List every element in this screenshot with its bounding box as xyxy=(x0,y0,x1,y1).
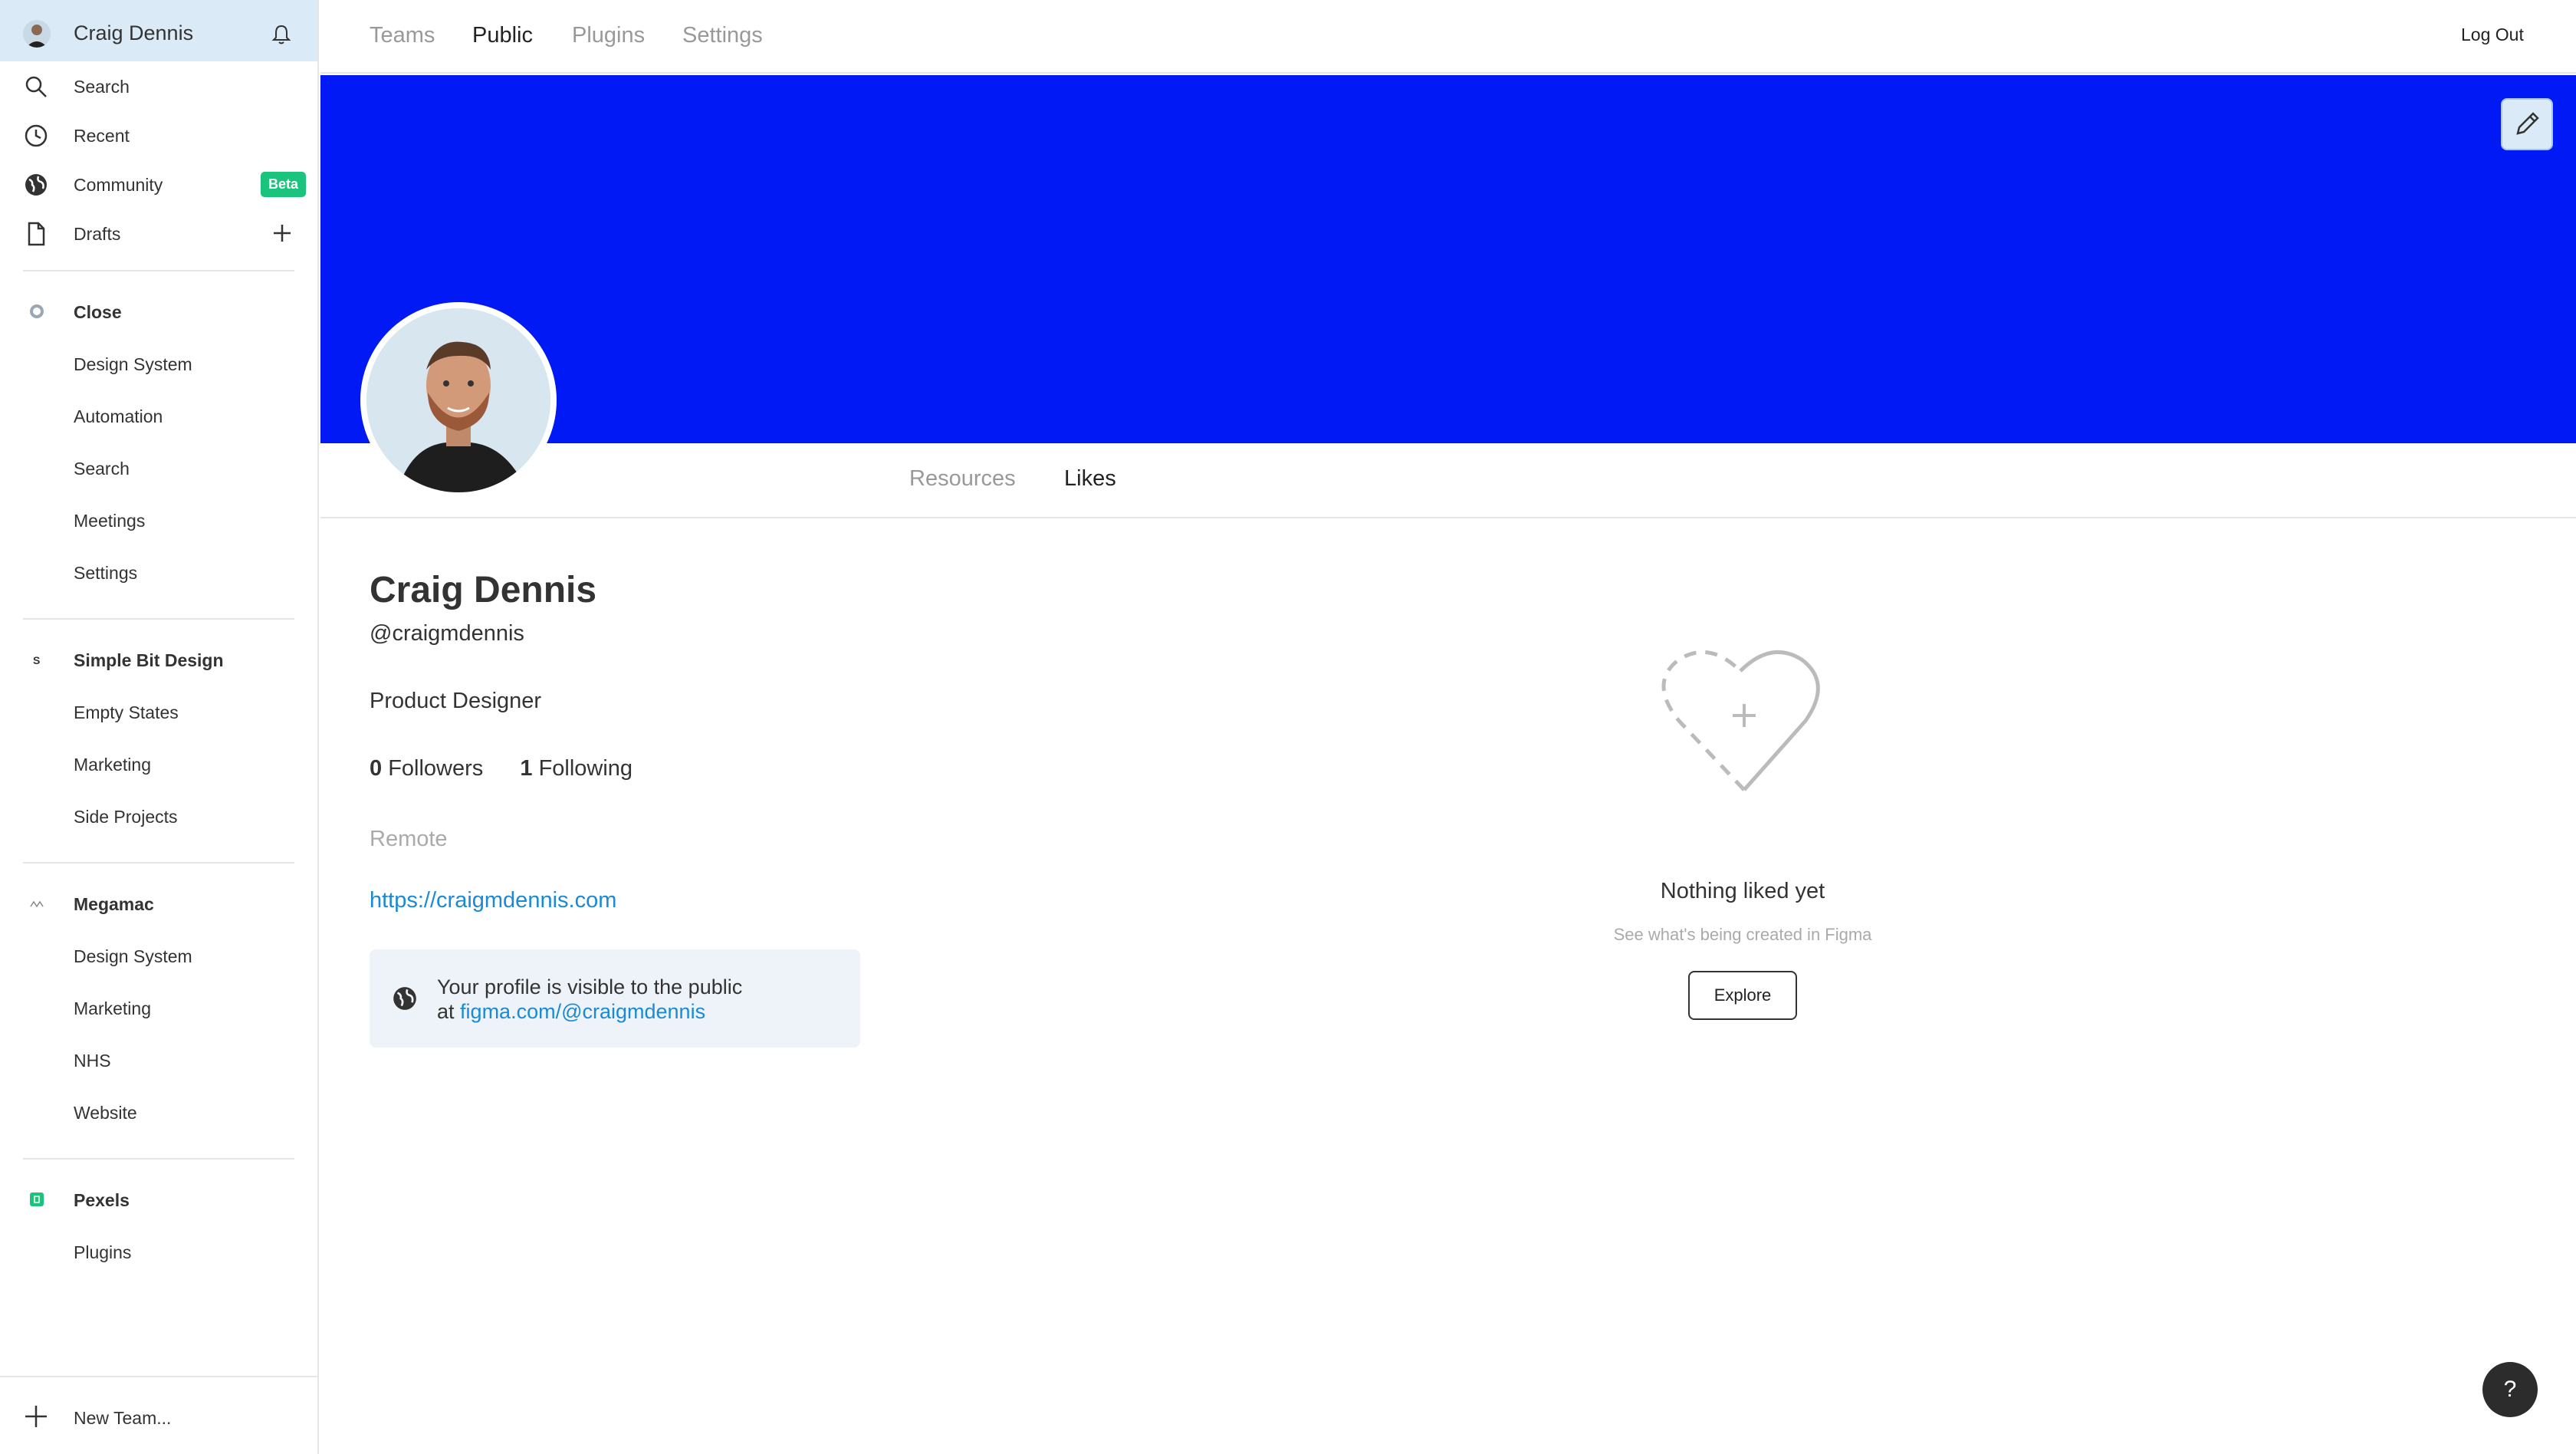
profile-website-link[interactable]: https://craigmdennis.com xyxy=(370,888,616,913)
beta-badge: Beta xyxy=(261,172,307,197)
profile-tabs: Resources Likes xyxy=(320,445,2576,518)
pencil-icon xyxy=(2516,112,2539,135)
team-pexels[interactable]: Pexels xyxy=(0,1178,317,1221)
top-nav: Teams Public Plugins Settings Log Out xyxy=(320,0,2576,74)
project-item[interactable]: Meetings xyxy=(0,498,317,541)
sidebar-divider xyxy=(23,862,294,864)
tab-public[interactable]: Public xyxy=(472,23,533,48)
project-item[interactable]: Website xyxy=(0,1090,317,1133)
heart-add-icon xyxy=(1661,650,1820,791)
public-profile-link[interactable]: figma.com/@craigmdennis xyxy=(460,1000,705,1023)
project-item[interactable]: Automation xyxy=(0,394,317,437)
tab-resources[interactable]: Resources xyxy=(909,466,1016,492)
team-megamac[interactable]: Megamac xyxy=(0,882,317,925)
clock-icon xyxy=(25,124,48,147)
project-item[interactable]: Settings xyxy=(0,551,317,594)
edit-banner-button[interactable] xyxy=(2501,98,2553,150)
team-logo-icon xyxy=(30,1192,44,1206)
followers-link[interactable]: 0 Followers xyxy=(370,756,483,781)
svg-text:S: S xyxy=(33,654,40,666)
project-item[interactable]: Marketing xyxy=(0,742,317,785)
project-item[interactable]: Marketing xyxy=(0,986,317,1029)
project-item[interactable]: Side Projects xyxy=(0,794,317,837)
new-team-button[interactable]: New Team... xyxy=(0,1376,317,1452)
project-item[interactable]: Plugins xyxy=(0,1230,317,1273)
team-logo-icon xyxy=(30,304,44,318)
user-name: Craig Dennis xyxy=(74,21,194,44)
profile-location: Remote xyxy=(370,827,448,851)
project-item[interactable]: Search xyxy=(0,446,317,489)
tab-plugins[interactable]: Plugins xyxy=(572,23,645,48)
user-avatar xyxy=(23,20,51,48)
team-simple-bit-design[interactable]: S Simple Bit Design xyxy=(0,638,317,681)
help-button[interactable]: ? xyxy=(2482,1362,2538,1417)
tab-settings[interactable]: Settings xyxy=(682,23,763,48)
following-link[interactable]: 1 Following xyxy=(520,756,632,781)
sidebar-divider xyxy=(23,270,294,271)
file-icon xyxy=(28,222,45,246)
sidebar-item-community[interactable]: Community Beta xyxy=(0,163,317,206)
team-close[interactable]: Close xyxy=(0,290,317,333)
sidebar: Craig Dennis Search Recent Community Bet… xyxy=(0,0,319,1454)
empty-state-subtitle: See what's being created in Figma xyxy=(1613,925,1872,944)
project-item[interactable]: NHS xyxy=(0,1038,317,1081)
user-menu[interactable]: Craig Dennis xyxy=(0,0,317,61)
explore-button[interactable]: Explore xyxy=(1688,971,1797,1020)
team-logo-icon: S xyxy=(33,654,40,666)
profile-banner xyxy=(320,75,2576,443)
sidebar-item-recent[interactable]: Recent xyxy=(0,113,317,156)
profile-handle: @craigmdennis xyxy=(370,621,524,646)
profile-role: Product Designer xyxy=(370,689,542,713)
profile-name: Craig Dennis xyxy=(370,570,597,610)
sidebar-divider xyxy=(23,618,294,620)
project-item[interactable]: Design System xyxy=(0,342,317,385)
empty-state-title: Nothing liked yet xyxy=(1660,879,1825,903)
visibility-notice: Your profile is visible to the public at… xyxy=(370,949,860,1048)
project-item[interactable]: Empty States xyxy=(0,690,317,733)
sidebar-item-search[interactable]: Search xyxy=(0,64,317,107)
globe-icon xyxy=(393,987,416,1010)
team-logo-icon xyxy=(30,900,44,908)
sidebar-item-drafts[interactable]: Drafts xyxy=(0,212,317,255)
search-icon xyxy=(25,76,47,97)
globe-icon xyxy=(25,174,47,196)
sidebar-divider xyxy=(23,1158,294,1160)
tab-teams[interactable]: Teams xyxy=(370,23,435,48)
tab-likes[interactable]: Likes xyxy=(1064,466,1116,492)
profile-stats: 0 Followers 1 Following xyxy=(370,756,632,781)
project-item[interactable]: Design System xyxy=(0,934,317,977)
logout-button[interactable]: Log Out xyxy=(2461,25,2524,45)
bell-icon[interactable] xyxy=(270,23,293,46)
plus-icon xyxy=(25,1406,47,1427)
add-draft-icon[interactable] xyxy=(271,222,293,244)
